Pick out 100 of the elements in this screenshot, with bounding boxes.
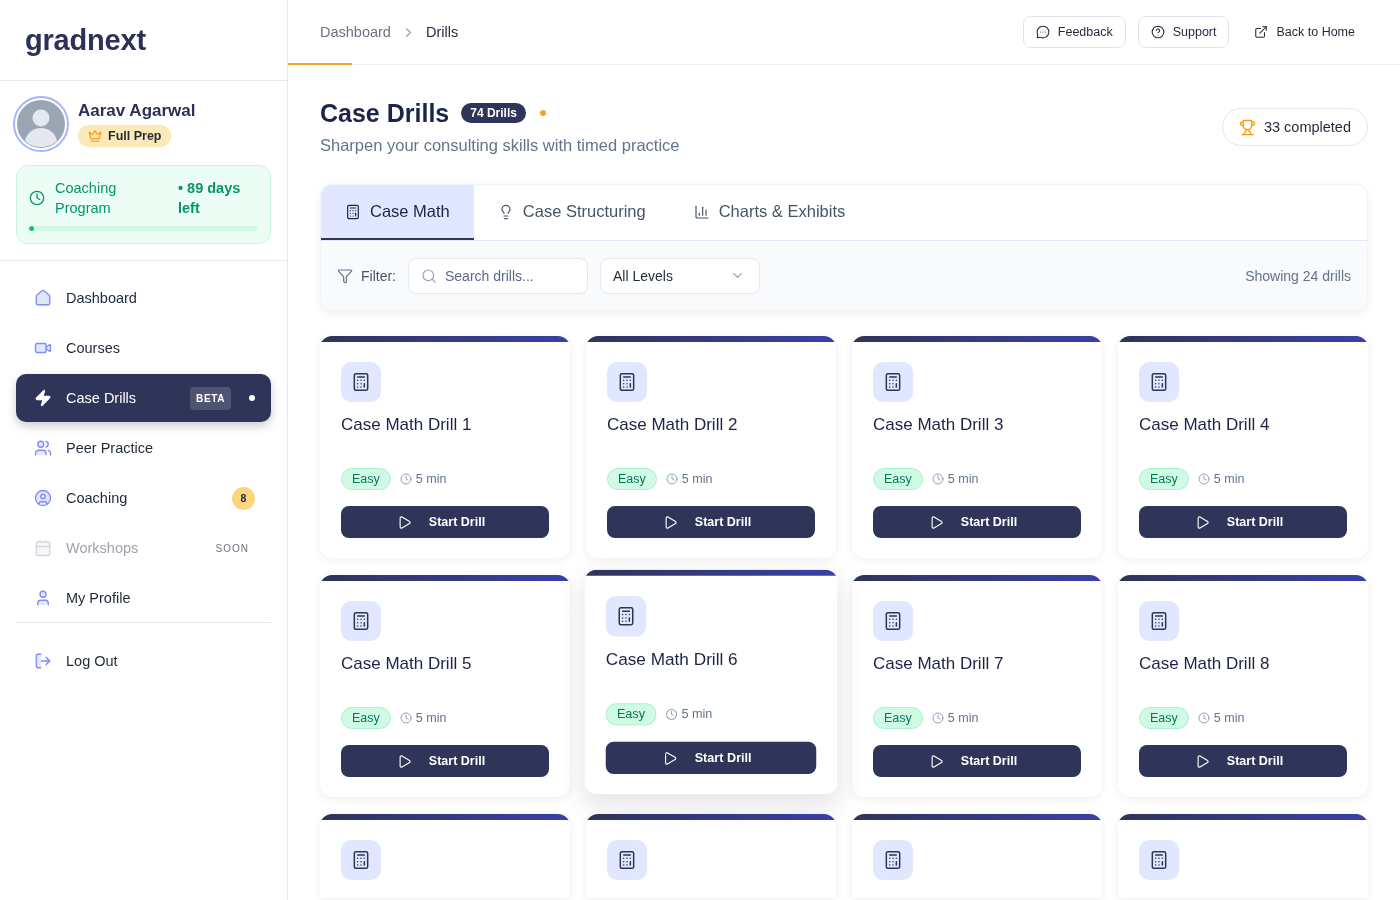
difficulty-tag: Easy	[341, 468, 391, 490]
calculator-icon	[607, 362, 647, 402]
level-select[interactable]: All Levels	[600, 257, 760, 294]
plan-name: Full Prep	[108, 129, 162, 143]
brand-logo: gradnext	[25, 23, 146, 57]
lightning-icon	[34, 389, 52, 407]
drill-title: Case Math Drill 1	[341, 415, 472, 436]
calculator-icon	[341, 601, 381, 641]
start-drill-button[interactable]: Start Drill	[1139, 745, 1347, 777]
logout-icon	[34, 652, 52, 670]
play-icon	[662, 514, 678, 530]
header-button[interactable]: Feedback	[1022, 16, 1126, 48]
calendar-icon	[34, 539, 52, 557]
nav-item[interactable]: Coaching 8	[16, 474, 271, 522]
drill-title: Case Math Drill 8	[1139, 654, 1270, 675]
clock-icon	[665, 708, 678, 721]
external-link-icon	[1254, 25, 1269, 39]
play-icon	[928, 753, 944, 769]
status-dot-icon	[539, 110, 546, 116]
drill-title: Case Math Drill 6	[605, 649, 738, 671]
play-icon	[928, 514, 944, 530]
drill-title: Case Math Drill 4	[1139, 415, 1270, 436]
nav-item[interactable]: Dashboard	[16, 274, 271, 322]
calculator-icon	[341, 840, 381, 880]
duration-text: 5 min	[415, 472, 447, 486]
filter-label: Filter:	[361, 267, 396, 284]
tab[interactable]: Case Math	[321, 185, 474, 240]
breadcrumb-link[interactable]: Dashboard	[320, 24, 391, 40]
difficulty-tag: Easy	[1139, 707, 1189, 729]
header-button[interactable]: Support	[1137, 16, 1230, 48]
calculator-icon	[873, 840, 913, 880]
tab[interactable]: Case Structuring	[473, 185, 670, 240]
clock-icon	[931, 473, 944, 485]
program-label: Coaching Program	[55, 179, 118, 218]
nav-item[interactable]: Case Drills BETA	[16, 374, 271, 422]
nav-item[interactable]: Courses	[16, 324, 271, 372]
difficulty-tag: Easy	[873, 468, 923, 490]
soon-label: SOON	[215, 542, 249, 554]
people-icon	[34, 439, 52, 457]
accent-underline	[288, 63, 352, 65]
nav-item[interactable]: Peer Practice	[16, 424, 271, 472]
drill-title: Case Math Drill 3	[873, 415, 1004, 436]
duration-text: 5 min	[1213, 711, 1245, 725]
drill-title: Case Math Drill 7	[873, 654, 1004, 675]
tab[interactable]: Charts & Exhibits	[669, 185, 870, 240]
notification-count: 8	[232, 486, 255, 510]
page-subtitle: Sharpen your consulting skills with timed practice	[320, 135, 680, 156]
drill-title: Case Math Drill 5	[341, 654, 472, 675]
help-icon	[1150, 25, 1165, 39]
duration-text: 5 min	[947, 472, 979, 486]
chat-bubble-icon	[1035, 25, 1050, 39]
difficulty-tag: Easy	[873, 707, 923, 729]
duration-text: 5 min	[681, 707, 713, 722]
home-icon	[34, 289, 52, 307]
start-drill-button[interactable]: Start Drill	[873, 745, 1081, 777]
nav-item[interactable]: Log Out	[16, 637, 271, 685]
search-icon	[421, 267, 437, 284]
calculator-icon	[1139, 362, 1179, 402]
nav-item[interactable]: My Profile	[16, 574, 271, 622]
calculator-icon	[873, 601, 913, 641]
completed-count-text: 33 completed	[1263, 119, 1351, 135]
start-drill-button[interactable]: Start Drill	[341, 745, 549, 777]
calculator-icon	[1139, 601, 1179, 641]
filter-icon	[337, 267, 353, 284]
start-drill-button[interactable]: Start Drill	[873, 506, 1081, 538]
calculator-icon	[607, 840, 647, 880]
breadcrumb-link[interactable]: Drills	[425, 24, 459, 40]
duration-text: 5 min	[947, 711, 979, 725]
drill-count-badge: 74 Drills	[461, 103, 526, 123]
clock-icon	[399, 473, 412, 485]
play-icon	[1194, 753, 1210, 769]
start-drill-button[interactable]: Start Drill	[607, 506, 815, 538]
calculator-icon	[345, 203, 361, 220]
difficulty-tag: Easy	[605, 703, 657, 726]
search-field[interactable]: Search drills...	[408, 257, 588, 294]
crown-icon	[88, 129, 102, 143]
play-icon	[396, 753, 412, 769]
play-icon	[662, 750, 678, 766]
duration-text: 5 min	[681, 472, 713, 486]
duration-text: 5 min	[415, 711, 447, 725]
beta-badge: BETA	[190, 386, 231, 410]
active-dot-icon	[249, 395, 255, 401]
duration-text: 5 min	[1213, 472, 1245, 486]
avatar-icon	[13, 96, 69, 152]
calculator-icon	[1139, 840, 1179, 880]
play-icon	[1194, 514, 1210, 530]
drill-title: Case Math Drill 2	[607, 415, 738, 436]
start-drill-button[interactable]: Start Drill	[1139, 506, 1347, 538]
result-count-text: Showing 24 drills	[1245, 267, 1351, 284]
difficulty-tag: Easy	[607, 468, 657, 490]
user-icon	[34, 589, 52, 607]
start-drill-button[interactable]: Start Drill	[341, 506, 549, 538]
bar-chart-icon	[693, 203, 710, 220]
calculator-icon	[605, 596, 647, 637]
start-drill-button[interactable]: Start Drill	[605, 741, 817, 775]
calculator-icon	[341, 362, 381, 402]
clock-icon	[665, 473, 678, 485]
clock-icon	[399, 712, 412, 724]
trophy-icon	[1238, 118, 1256, 136]
clock-icon	[1197, 712, 1210, 724]
